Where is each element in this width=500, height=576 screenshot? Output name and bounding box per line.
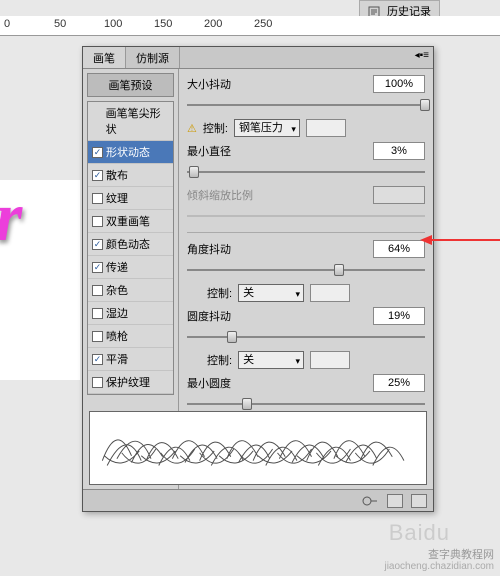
size-jitter-label: 大小抖动: [187, 76, 251, 92]
panel-tabs: 画笔 仿制源 ◂▪≡: [83, 47, 433, 69]
size-jitter-value[interactable]: 100%: [373, 75, 425, 93]
baidu-watermark: Baidu: [389, 520, 450, 546]
panel-footer: [83, 489, 433, 511]
tab-brush[interactable]: 画笔: [83, 47, 126, 68]
trash-icon[interactable]: [411, 494, 427, 508]
checkbox-icon[interactable]: [92, 377, 103, 388]
canvas-area: ar: [0, 180, 80, 380]
checkbox-icon[interactable]: [92, 239, 103, 250]
angle-jitter-slider[interactable]: [187, 263, 425, 277]
min-diameter-value[interactable]: 3%: [373, 142, 425, 160]
control3-label: 控制:: [207, 352, 232, 368]
artwork-text: ar: [0, 190, 22, 246]
opt-scattering[interactable]: 散布: [88, 164, 173, 187]
brush-stroke-preview: [90, 412, 426, 484]
warning-icon: ⚠: [187, 122, 197, 135]
control3-select[interactable]: 关: [238, 351, 304, 369]
checkbox-icon[interactable]: [92, 193, 103, 204]
min-round-label: 最小圆度: [187, 375, 251, 391]
checkbox-icon[interactable]: [92, 170, 103, 181]
size-jitter-slider[interactable]: [187, 98, 425, 112]
brush-presets-header[interactable]: 画笔预设: [87, 73, 174, 97]
min-diameter-slider[interactable]: [187, 165, 425, 179]
opt-smoothing[interactable]: 平滑: [88, 348, 173, 371]
site-watermark: 查字典教程网 jiaocheng.chazidian.com: [384, 549, 494, 572]
separator: [187, 232, 425, 233]
checkbox-icon[interactable]: [92, 216, 103, 227]
checkbox-icon[interactable]: [92, 308, 103, 319]
checkbox-icon[interactable]: [92, 285, 103, 296]
panel-menu-icon[interactable]: ◂▪≡: [415, 50, 429, 61]
checkbox-icon[interactable]: [92, 147, 103, 158]
control1-label: 控制:: [203, 120, 228, 136]
opt-transfer[interactable]: 传递: [88, 256, 173, 279]
control2-label: 控制:: [207, 285, 232, 301]
angle-jitter-value[interactable]: 64%: [373, 240, 425, 258]
checkbox-icon[interactable]: [92, 354, 103, 365]
checkbox-icon[interactable]: [92, 331, 103, 342]
opt-brush-tip[interactable]: 画笔笔尖形状: [88, 102, 173, 141]
angle-jitter-label: 角度抖动: [187, 241, 251, 257]
round-jitter-slider[interactable]: [187, 330, 425, 344]
min-diameter-label: 最小直径: [187, 143, 251, 159]
round-jitter-value[interactable]: 19%: [373, 307, 425, 325]
opt-protect-texture[interactable]: 保护纹理: [88, 371, 173, 394]
tilt-scale-value: [373, 186, 425, 204]
control1-field[interactable]: [306, 119, 346, 137]
control2-field[interactable]: [310, 284, 350, 302]
opt-airbrush[interactable]: 喷枪: [88, 325, 173, 348]
ruler: 0 50 100 150 200 250: [0, 16, 500, 36]
checkbox-icon[interactable]: [92, 262, 103, 273]
opt-texture[interactable]: 纹理: [88, 187, 173, 210]
control3-field[interactable]: [310, 351, 350, 369]
brush-option-list: 画笔笔尖形状 形状动态 散布 纹理 双重画笔 颜色动态 传递 杂色 湿边 喷枪 …: [87, 101, 174, 395]
tab-clone-source[interactable]: 仿制源: [126, 47, 180, 68]
control1-select[interactable]: 钢笔压力: [234, 119, 300, 137]
toggle-icon[interactable]: [361, 495, 379, 507]
opt-color-dynamics[interactable]: 颜色动态: [88, 233, 173, 256]
control2-select[interactable]: 关: [238, 284, 304, 302]
new-preset-icon[interactable]: [387, 494, 403, 508]
min-round-value[interactable]: 25%: [373, 374, 425, 392]
opt-noise[interactable]: 杂色: [88, 279, 173, 302]
tilt-scale-label: 倾斜缩放比例: [187, 187, 253, 203]
tilt-scale-slider: [187, 209, 425, 223]
min-round-slider[interactable]: [187, 397, 425, 411]
round-jitter-label: 圆度抖动: [187, 308, 251, 324]
brush-panel: 画笔 仿制源 ◂▪≡ 画笔预设 画笔笔尖形状 形状动态 散布 纹理 双重画笔 颜…: [82, 46, 434, 512]
opt-dual-brush[interactable]: 双重画笔: [88, 210, 173, 233]
brush-preview: [89, 411, 427, 485]
opt-shape-dynamics[interactable]: 形状动态: [88, 141, 173, 164]
opt-wet-edges[interactable]: 湿边: [88, 302, 173, 325]
